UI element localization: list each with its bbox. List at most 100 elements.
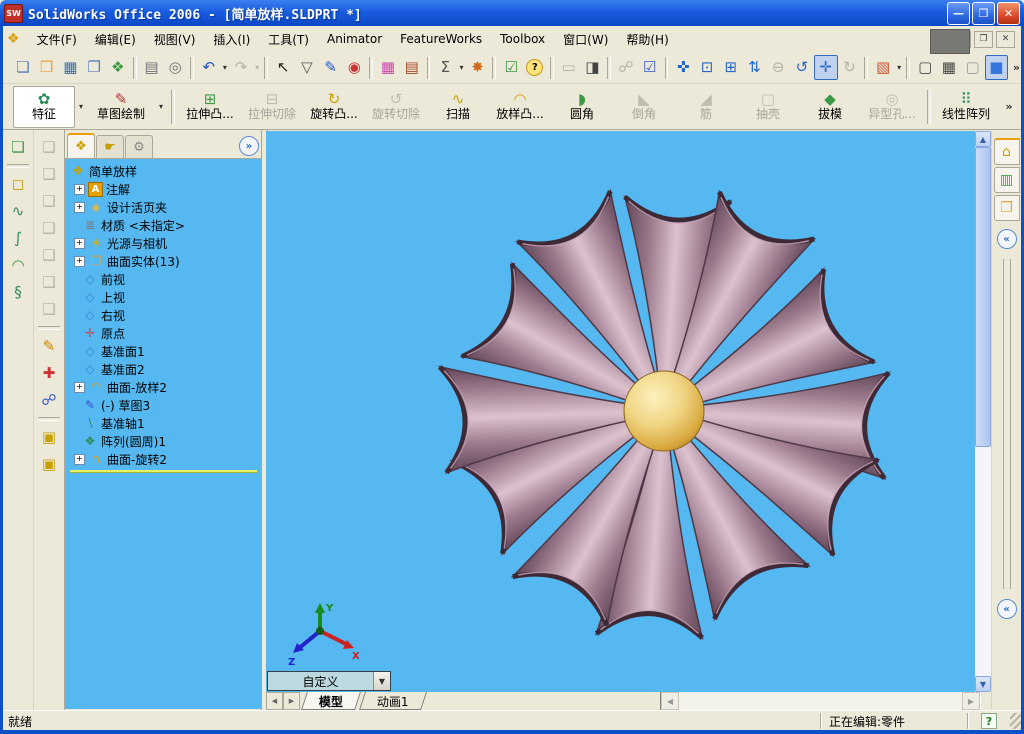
- orientation-combo[interactable]: 自定义 ▼: [267, 671, 391, 691]
- tree-item-design-binder[interactable]: + ◈ 设计活页夹: [68, 198, 261, 216]
- new-sketch-button[interactable]: ✎: [37, 334, 62, 359]
- fillet-button[interactable]: ◗ 圆角: [551, 86, 613, 128]
- expand-plus-icon[interactable]: +: [74, 381, 85, 393]
- tree-item-surface-revolve2[interactable]: + ∩ 曲面-旋转2: [68, 450, 261, 468]
- extruded-cut-button[interactable]: ⊟ 拉伸切除: [241, 86, 303, 128]
- view-orientation-dropdown[interactable]: ▾: [895, 63, 904, 72]
- revolved-boss-button[interactable]: ↻ 旋转凸...: [303, 86, 365, 128]
- title-bar[interactable]: SW SolidWorks Office 2006 - [简单放样.SLDPRT…: [0, 0, 1024, 26]
- tree-item-plane1[interactable]: ◇ 基准面1: [68, 342, 261, 360]
- tab-animation1[interactable]: 动画1: [359, 692, 427, 710]
- vertical-scrollbar[interactable]: ▲ ▼: [975, 131, 991, 692]
- menu-insert[interactable]: 插入(I): [204, 28, 259, 51]
- save-button[interactable]: ▦: [58, 55, 82, 80]
- edrawings-animate-button[interactable]: ◨: [580, 55, 604, 80]
- draft-button[interactable]: ◆ 拔模: [799, 86, 861, 128]
- view-cube-left-button[interactable]: ❑: [37, 189, 62, 214]
- planar-surface-button[interactable]: ❏: [6, 135, 31, 160]
- hole-wizard-button[interactable]: ◎ 异型孔...: [861, 86, 923, 128]
- vertical-scroll-thumb[interactable]: [975, 147, 991, 447]
- tree-item-root[interactable]: ❖ 简单放样: [68, 162, 261, 180]
- rollback-bar[interactable]: [70, 470, 257, 473]
- wireframe-button[interactable]: ▢: [913, 55, 937, 80]
- hidden-lines-removed-button[interactable]: ▢: [961, 55, 985, 80]
- make-assembly-button[interactable]: ❖: [106, 55, 130, 80]
- tree-item-annotations[interactable]: + A 注解: [68, 180, 261, 198]
- maximize-button[interactable]: ❐: [972, 1, 995, 25]
- task-pane-collapse-button[interactable]: «: [996, 229, 1017, 249]
- custom-check-button[interactable]: ☑: [638, 55, 662, 80]
- tree-item-right-plane[interactable]: ◇ 右视: [68, 306, 261, 324]
- lofted-surface-button[interactable]: ◠: [6, 253, 31, 278]
- select-button[interactable]: ↖: [271, 55, 295, 80]
- tree-item-lights-cameras[interactable]: + ☀ 光源与相机: [68, 234, 261, 252]
- solidworks-resources-button[interactable]: ⌂: [993, 138, 1020, 165]
- minimize-button[interactable]: —: [947, 1, 970, 25]
- expand-plus-icon[interactable]: +: [74, 201, 85, 213]
- chamfer-button[interactable]: ◣ 倒角: [613, 86, 675, 128]
- rib-button[interactable]: ◢ 筋: [675, 86, 737, 128]
- view-cube-top-button[interactable]: ❑: [37, 243, 62, 268]
- tab-scroll-left-button[interactable]: ◀: [266, 692, 283, 710]
- tab-model[interactable]: 模型: [301, 692, 361, 710]
- derived-sketch-button[interactable]: ☍: [37, 388, 62, 413]
- sweep-button[interactable]: ∿ 扫描: [427, 86, 489, 128]
- new-document-button[interactable]: ❏: [11, 55, 35, 80]
- extruded-boss-button[interactable]: ⊞ 拉伸凸...: [179, 86, 241, 128]
- rotate-about-axis-button[interactable]: ↻: [838, 55, 862, 80]
- measure-dropdown[interactable]: ▾: [457, 63, 466, 72]
- combo-dropdown-button[interactable]: ▼: [373, 672, 390, 690]
- dependency-viewer-button[interactable]: ☍: [614, 55, 638, 80]
- tree-item-circular-pattern1[interactable]: ❖ 阵列(圆周)1: [68, 432, 261, 450]
- menu-file[interactable]: 文件(F): [28, 28, 86, 51]
- extruded-surface-button[interactable]: ◻: [6, 172, 31, 197]
- view-orientation-button[interactable]: ▧: [871, 55, 895, 80]
- help-button[interactable]: ?: [523, 55, 547, 80]
- tree-item-plane2[interactable]: ◇ 基准面2: [68, 360, 261, 378]
- texture-button[interactable]: ▤: [400, 55, 424, 80]
- expand-plus-icon[interactable]: +: [74, 237, 85, 249]
- redo-button[interactable]: ↷: [229, 55, 253, 80]
- pan-button[interactable]: ✛: [813, 55, 838, 80]
- edrawings-publish-button[interactable]: ▭: [557, 55, 581, 80]
- traffic-light-button[interactable]: ◉: [342, 55, 366, 80]
- zoom-to-area-button[interactable]: ⊞: [719, 55, 743, 80]
- tree-item-origin[interactable]: ✛ 原点: [68, 324, 261, 342]
- curve-3d-button[interactable]: ∿: [6, 199, 31, 224]
- zoom-in-out-button[interactable]: ⇅: [743, 55, 767, 80]
- scroll-down-button[interactable]: ▼: [975, 676, 991, 692]
- revolved-cut-button[interactable]: ↺ 旋转切除: [365, 86, 427, 128]
- scroll-right-button[interactable]: ▶: [962, 692, 980, 710]
- feature-tree[interactable]: ❖ 简单放样 + A 注解 + ◈ 设计活页夹 ≣ 材质 <未指定> + ☀ 光…: [65, 159, 261, 709]
- menu-view[interactable]: 视图(V): [145, 28, 205, 51]
- menu-tools[interactable]: 工具(T): [259, 28, 318, 51]
- sketch-button[interactable]: ✎: [319, 55, 343, 80]
- sketch-tab-dropdown[interactable]: ▾: [155, 87, 167, 127]
- undo-dropdown[interactable]: ▾: [221, 63, 230, 72]
- sketch-tab-button[interactable]: ✎ 草图绘制: [87, 86, 155, 128]
- color-button[interactable]: ▦: [376, 55, 400, 80]
- helix-curve-button[interactable]: §: [6, 280, 31, 305]
- tab-scroll-right-button[interactable]: ▶: [283, 692, 300, 710]
- orientation-combo-value[interactable]: 自定义: [268, 672, 373, 690]
- toolbar-overflow-button[interactable]: »: [1012, 61, 1021, 74]
- design-library-button[interactable]: ▥: [993, 167, 1020, 193]
- features-tab-dropdown[interactable]: ▾: [75, 87, 87, 127]
- hidden-lines-visible-button[interactable]: ▦: [937, 55, 961, 80]
- selection-filter-button[interactable]: ▽: [295, 55, 319, 80]
- doc-close-button[interactable]: ✕: [996, 30, 1015, 48]
- shell-button[interactable]: ▢ 抽壳: [737, 86, 799, 128]
- view-cube-iso-button[interactable]: ❑: [37, 297, 62, 322]
- scroll-up-button[interactable]: ▲: [975, 131, 991, 147]
- open-button[interactable]: ❒: [35, 55, 59, 80]
- tab-feature-manager[interactable]: ❖: [67, 133, 95, 158]
- undo-button[interactable]: ↶: [197, 55, 221, 80]
- design-checker-button[interactable]: ☑: [499, 55, 523, 80]
- zoom-previous-button[interactable]: ⊖: [766, 55, 790, 80]
- expand-plus-icon[interactable]: +: [74, 183, 85, 195]
- lofted-petal-fan[interactable]: [440, 189, 892, 641]
- tree-item-surface-bodies[interactable]: + ❒ 曲面实体(13): [68, 252, 261, 270]
- center-sphere[interactable]: [623, 370, 705, 452]
- tree-item-axis1[interactable]: ∖ 基准轴1: [68, 414, 261, 432]
- offset-entities-button[interactable]: ▣: [37, 452, 62, 477]
